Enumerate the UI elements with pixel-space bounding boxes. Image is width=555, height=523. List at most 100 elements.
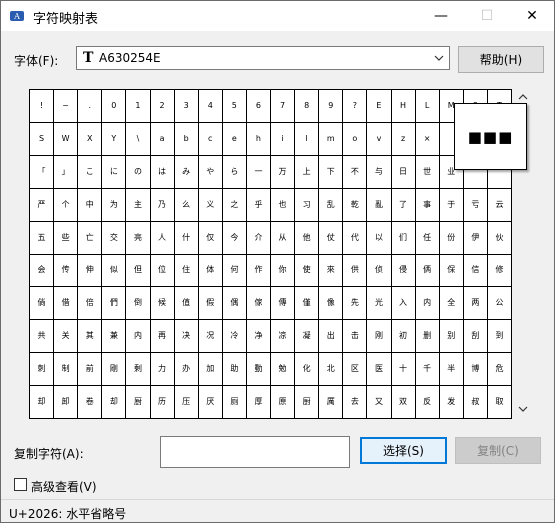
char-cell[interactable]: 亏 xyxy=(463,188,488,222)
char-cell[interactable]: 亮 xyxy=(126,221,151,255)
char-cell[interactable]: 再 xyxy=(150,320,175,354)
advanced-view-checkbox[interactable] xyxy=(14,478,27,491)
char-cell[interactable]: 取 xyxy=(487,386,512,419)
char-cell[interactable]: 反 xyxy=(415,386,440,419)
char-cell[interactable]: 内 xyxy=(415,287,440,321)
char-cell[interactable]: 下 xyxy=(319,155,344,189)
char-cell[interactable]: 人 xyxy=(150,221,175,255)
char-cell[interactable]: W xyxy=(54,122,79,156)
char-cell[interactable]: 先 xyxy=(343,287,368,321)
char-cell[interactable]: 使 xyxy=(295,254,320,288)
char-cell[interactable]: 8 xyxy=(295,90,320,123)
char-cell[interactable]: 击 xyxy=(343,320,368,354)
char-cell[interactable]: 厨 xyxy=(295,386,320,419)
scroll-down-button[interactable] xyxy=(515,401,531,417)
char-cell[interactable]: 化 xyxy=(295,353,320,387)
char-cell[interactable]: 公 xyxy=(487,287,512,321)
char-cell[interactable]: 办 xyxy=(174,353,199,387)
char-cell[interactable]: 十 xyxy=(391,353,416,387)
char-cell[interactable]: 住 xyxy=(174,254,199,288)
char-cell[interactable]: 力 xyxy=(150,353,175,387)
char-cell[interactable]: 历 xyxy=(150,386,175,419)
char-cell[interactable]: 了 xyxy=(391,188,416,222)
char-cell[interactable]: 冷 xyxy=(222,320,247,354)
char-cell[interactable]: 厚 xyxy=(246,386,271,419)
char-cell[interactable]: 关 xyxy=(54,320,79,354)
char-cell[interactable]: 么 xyxy=(174,188,199,222)
char-cell[interactable]: S xyxy=(30,122,55,156)
char-cell[interactable]: 为 xyxy=(102,188,127,222)
char-cell[interactable]: 删 xyxy=(415,320,440,354)
char-cell[interactable]: 任 xyxy=(415,221,440,255)
char-cell[interactable]: 世 xyxy=(415,155,440,189)
char-cell[interactable]: 伸 xyxy=(78,254,103,288)
char-cell[interactable]: 助 xyxy=(222,353,247,387)
char-cell[interactable]: ら xyxy=(222,155,247,189)
char-cell[interactable]: 但 xyxy=(126,254,151,288)
char-cell[interactable]: 习 xyxy=(295,188,320,222)
char-cell[interactable]: 严 xyxy=(30,188,55,222)
char-cell[interactable]: 决 xyxy=(174,320,199,354)
char-cell[interactable]: 刺 xyxy=(30,353,55,387)
char-cell[interactable]: 介 xyxy=(246,221,271,255)
char-cell[interactable]: 光 xyxy=(367,287,392,321)
char-cell[interactable]: 乃 xyxy=(150,188,175,222)
char-cell[interactable]: 博 xyxy=(463,353,488,387)
char-cell[interactable]: 什 xyxy=(174,221,199,255)
char-cell[interactable]: 仗 xyxy=(319,221,344,255)
char-cell[interactable]: 7 xyxy=(271,90,296,123)
char-cell[interactable]: 保 xyxy=(439,254,464,288)
char-cell[interactable]: 傢 xyxy=(246,287,271,321)
char-cell[interactable]: 云 xyxy=(487,188,512,222)
char-cell[interactable]: 区 xyxy=(343,353,368,387)
char-cell[interactable]: 中 xyxy=(78,188,103,222)
char-cell[interactable]: 倒 xyxy=(126,287,151,321)
char-cell[interactable]: 双 xyxy=(391,386,416,419)
char-cell[interactable]: 3 xyxy=(174,90,199,123)
char-cell[interactable]: 1 xyxy=(126,90,151,123)
char-cell[interactable]: 体 xyxy=(198,254,223,288)
char-cell[interactable]: や xyxy=(198,155,223,189)
char-cell[interactable]: 份 xyxy=(439,221,464,255)
char-cell[interactable]: 上 xyxy=(295,155,320,189)
char-cell[interactable]: 其 xyxy=(78,320,103,354)
char-cell[interactable]: 倍 xyxy=(78,287,103,321)
char-cell[interactable]: 卷 xyxy=(78,386,103,419)
char-cell[interactable]: 出 xyxy=(319,320,344,354)
char-cell[interactable]: 作 xyxy=(246,254,271,288)
char-cell[interactable]: i xyxy=(271,122,296,156)
char-cell[interactable]: 半 xyxy=(439,353,464,387)
char-cell[interactable]: 伊 xyxy=(463,221,488,255)
char-cell[interactable]: a xyxy=(150,122,175,156)
char-cell[interactable]: の xyxy=(126,155,151,189)
char-cell[interactable]: 前 xyxy=(78,353,103,387)
char-cell[interactable]: 会 xyxy=(30,254,55,288)
char-cell[interactable]: 刚 xyxy=(367,320,392,354)
char-cell[interactable]: 修 xyxy=(487,254,512,288)
char-cell[interactable]: m xyxy=(319,122,344,156)
font-select[interactable]: T A630254E xyxy=(76,46,450,70)
char-cell[interactable]: v xyxy=(367,122,392,156)
char-cell[interactable]: 于 xyxy=(439,188,464,222)
char-cell[interactable]: 内 xyxy=(126,320,151,354)
char-cell[interactable]: 五 xyxy=(30,221,55,255)
char-cell[interactable]: 你 xyxy=(271,254,296,288)
char-cell[interactable]: 乎 xyxy=(246,188,271,222)
char-cell[interactable]: 净 xyxy=(246,320,271,354)
char-cell[interactable]: 剩 xyxy=(126,353,151,387)
char-cell[interactable]: \ xyxy=(126,122,151,156)
char-cell[interactable]: 却 xyxy=(30,386,55,419)
char-cell[interactable]: 假 xyxy=(198,287,223,321)
char-cell[interactable]: 俩 xyxy=(415,254,440,288)
char-cell[interactable]: は xyxy=(150,155,175,189)
char-cell[interactable]: 9 xyxy=(319,90,344,123)
maximize-button[interactable]: ☐ xyxy=(464,1,510,31)
char-cell[interactable]: ~ xyxy=(54,90,79,123)
char-cell[interactable]: × xyxy=(415,122,440,156)
char-cell[interactable]: 乱 xyxy=(319,188,344,222)
char-cell[interactable]: 与 xyxy=(367,155,392,189)
char-cell[interactable]: 初 xyxy=(391,320,416,354)
char-cell[interactable]: 入 xyxy=(391,287,416,321)
help-button[interactable]: 帮助(H) xyxy=(458,46,544,73)
char-cell[interactable]: c xyxy=(198,122,223,156)
